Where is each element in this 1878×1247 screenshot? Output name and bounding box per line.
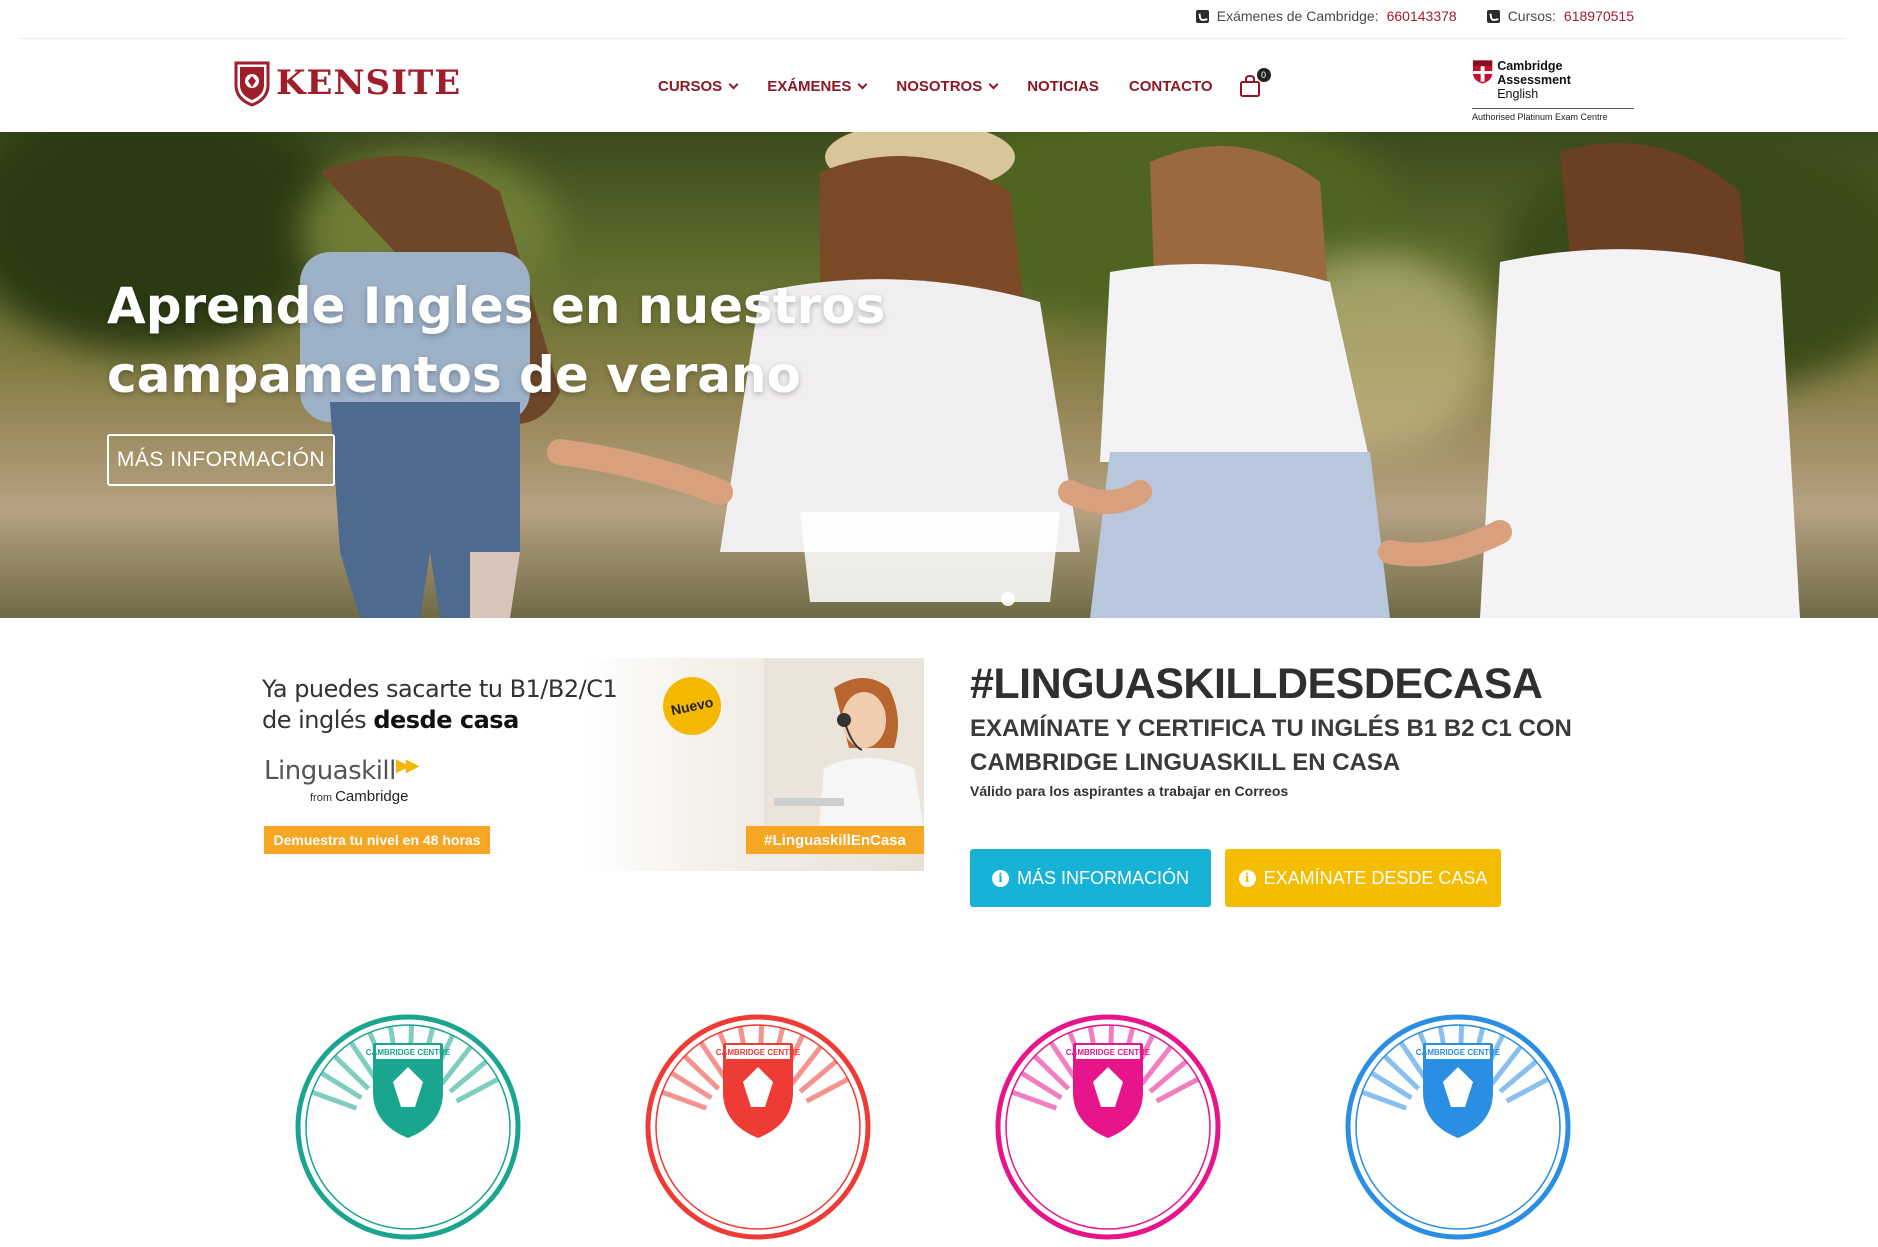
banner-line2: de inglés bbox=[262, 706, 374, 734]
nav-item-cursos[interactable]: CURSOS bbox=[658, 77, 739, 95]
info-icon bbox=[991, 869, 1009, 887]
seal-label: CAMBRIDGE CENTRE bbox=[1415, 1048, 1501, 1057]
seal-icon bbox=[995, 1014, 1221, 1240]
nav-item-noticias[interactable]: NOTICIAS bbox=[1027, 78, 1099, 95]
from-cambridge: from Cambridge bbox=[310, 788, 408, 805]
exams-phone-link[interactable]: 660143378 bbox=[1387, 8, 1457, 24]
phone-icon bbox=[1486, 9, 1500, 23]
banner-headline: Ya puedes sacarte tu B1/B2/C1 de inglés … bbox=[262, 674, 618, 736]
cambridge-label: Cambridge bbox=[335, 788, 409, 805]
cambridge-line2: English bbox=[1497, 87, 1539, 101]
divider bbox=[1472, 108, 1634, 109]
chevron-down-icon bbox=[988, 79, 999, 89]
seal-label: CAMBRIDGE CENTRE bbox=[1065, 1048, 1151, 1057]
logo-wordmark: KENSITE bbox=[276, 63, 462, 103]
cambridge-centre-seal[interactable]: CAMBRIDGE CENTRE bbox=[1343, 1012, 1573, 1242]
woman-with-headset-image bbox=[764, 658, 924, 828]
main-nav: CURSOS EXÁMENES NOSOTROS NOTICIAS CONTAC… bbox=[658, 68, 1271, 98]
nav-item-examenes[interactable]: EXÁMENES bbox=[767, 77, 868, 95]
new-badge: Nuevo bbox=[657, 671, 727, 741]
courses-phone-label: Cursos: bbox=[1507, 8, 1556, 24]
cambridge-centre-seal[interactable]: CAMBRIDGE CENTRE bbox=[993, 1012, 1223, 1242]
cambridge-centre-seal[interactable]: CAMBRIDGE CENTRE bbox=[293, 1012, 523, 1242]
cart-count-badge: 0 bbox=[1256, 68, 1271, 82]
cart-button[interactable]: 0 bbox=[1239, 68, 1271, 98]
courses-phone-link[interactable]: 618970515 bbox=[1564, 8, 1634, 24]
banner-cta: Demuestra tu nivel en 48 horas bbox=[264, 826, 490, 854]
cambridge-authorised-logo: Cambridge Assessment English Authorised … bbox=[1472, 59, 1634, 122]
cambridge-line1: Cambridge Assessment bbox=[1497, 59, 1571, 87]
fast-forward-icon: ▶▶ bbox=[395, 755, 420, 776]
chevron-down-icon bbox=[728, 79, 739, 89]
seal-icon bbox=[295, 1014, 521, 1240]
seal-icon bbox=[645, 1014, 871, 1240]
nav-label: NOSOTROS bbox=[896, 77, 983, 95]
button-label: MÁS INFORMACIÓN bbox=[1016, 867, 1189, 888]
phone-icon bbox=[1195, 9, 1209, 23]
site-logo[interactable]: KENSITE bbox=[234, 59, 461, 107]
linguaskill-wordmark: Linguaskill bbox=[264, 756, 396, 786]
banner-line2-bold: desde casa bbox=[373, 706, 519, 734]
exam-from-home-button[interactable]: EXAMÍNATE DESDE CASA bbox=[1225, 849, 1501, 907]
nav-label: EXÁMENES bbox=[767, 77, 852, 95]
promo-subheading: EXAMÍNATE Y CERTIFICA TU INGLÉS B1 B2 C1… bbox=[970, 715, 1572, 776]
banner-line1: Ya puedes sacarte tu B1/B2/C1 bbox=[262, 675, 618, 703]
seal-label: CAMBRIDGE CENTRE bbox=[365, 1048, 451, 1057]
info-icon bbox=[1238, 869, 1256, 887]
hero-more-info-button[interactable]: MÁS INFORMACIÓN bbox=[107, 434, 335, 486]
chevron-down-icon bbox=[857, 79, 868, 89]
promo-note: Válido para los aspirantes a trabajar en… bbox=[970, 783, 1289, 799]
nav-label: CURSOS bbox=[658, 77, 723, 95]
cambridge-line3: Authorised Platinum Exam Centre bbox=[1472, 112, 1608, 122]
seal-icon bbox=[1345, 1014, 1571, 1240]
from-label: from bbox=[310, 792, 332, 804]
slider-dot[interactable] bbox=[1001, 592, 1015, 606]
hero-title: Aprende Ingles en nuestros campamentos d… bbox=[107, 277, 886, 404]
hero-slider: Aprende Ingles en nuestros campamentos d… bbox=[0, 132, 1878, 618]
nav-item-nosotros[interactable]: NOSOTROS bbox=[896, 77, 999, 95]
exams-phone-label: Exámenes de Cambridge: bbox=[1216, 8, 1379, 24]
promo-heading: #LINGUASKILLDESDECASA bbox=[970, 660, 1543, 708]
cambridge-centre-seal[interactable]: CAMBRIDGE CENTRE bbox=[643, 1012, 873, 1242]
site-header: KENSITE CURSOS EXÁMENES NOSOTROS NOTICIA… bbox=[0, 39, 1878, 132]
more-info-button[interactable]: MÁS INFORMACIÓN bbox=[970, 849, 1211, 907]
courses-phone-item: Cursos: 618970515 bbox=[1486, 8, 1634, 24]
cambridge-shield-icon bbox=[1472, 60, 1493, 84]
seal-label: CAMBRIDGE CENTRE bbox=[715, 1048, 801, 1057]
nav-item-contacto[interactable]: CONTACTO bbox=[1129, 78, 1213, 95]
nav-label: NOTICIAS bbox=[1027, 77, 1099, 95]
nav-label: CONTACTO bbox=[1128, 77, 1213, 95]
exams-phone-item: Exámenes de Cambridge: 660143378 bbox=[1195, 8, 1457, 24]
top-bar: Exámenes de Cambridge: 660143378 Cursos:… bbox=[0, 0, 1878, 38]
linguaskill-logo: Linguaskill▶▶ bbox=[264, 755, 420, 786]
button-label: EXAMÍNATE DESDE CASA bbox=[1263, 867, 1488, 888]
shield-logo-icon bbox=[234, 61, 270, 107]
linguaskill-banner[interactable]: Ya puedes sacarte tu B1/B2/C1 de inglés … bbox=[244, 658, 924, 871]
banner-hashtag: #LinguaskillEnCasa bbox=[746, 826, 924, 854]
